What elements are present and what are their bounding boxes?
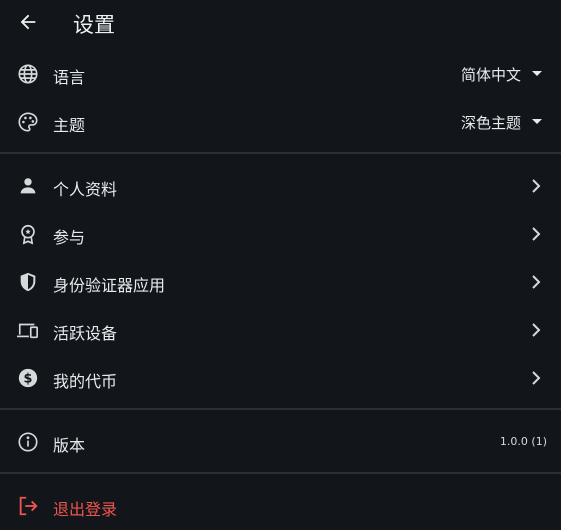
chevron-right-icon — [527, 224, 545, 244]
theme-select-value[interactable]: 深色主题 — [461, 112, 521, 133]
chevron-down-icon[interactable] — [532, 71, 542, 76]
my-tokens-item[interactable]: $ 我的代币 — [0, 354, 561, 402]
chevron-right-icon — [527, 320, 545, 340]
participation-item[interactable]: 参与 — [0, 210, 561, 258]
chevron-right-icon — [527, 272, 545, 292]
shield-icon — [16, 270, 40, 294]
person-icon — [16, 174, 40, 198]
chevron-right-icon — [527, 176, 545, 196]
section-divider — [0, 408, 561, 410]
authenticator-item[interactable]: 身份验证器应用 — [0, 258, 561, 306]
language-select-value[interactable]: 简体中文 — [461, 64, 521, 85]
active-devices-label: 活跃设备 — [53, 324, 118, 343]
dollar-coin-icon: $ — [16, 366, 40, 390]
logout-label: 退出登录 — [53, 500, 118, 519]
logout-icon — [16, 494, 40, 518]
profile-item[interactable]: 个人资料 — [0, 162, 561, 210]
theme-label: 主题 — [53, 116, 86, 135]
devices-icon — [16, 318, 40, 342]
palette-icon — [16, 110, 40, 134]
page-title: 设置 — [73, 13, 115, 37]
section-divider — [0, 472, 561, 474]
version-value: 1.0.0 (1) — [499, 435, 547, 448]
info-icon — [16, 430, 40, 454]
arrow-left-icon — [20, 14, 36, 30]
app-header: 设置 — [0, 0, 561, 48]
back-button[interactable] — [14, 8, 42, 36]
svg-text:$: $ — [24, 372, 33, 387]
section-divider — [0, 152, 561, 154]
version-label: 版本 — [53, 436, 86, 455]
my-tokens-label: 我的代币 — [53, 372, 118, 391]
globe-icon — [16, 62, 40, 86]
profile-label: 个人资料 — [53, 180, 118, 199]
chevron-right-icon — [527, 368, 545, 388]
participation-label: 参与 — [53, 228, 86, 247]
theme-setting[interactable]: 主题 深色主题 — [0, 98, 561, 146]
logout-button[interactable]: 退出登录 — [0, 482, 561, 530]
award-badge-icon — [16, 222, 40, 246]
version-row: 版本 1.0.0 (1) — [0, 418, 561, 466]
language-label: 语言 — [53, 68, 86, 87]
language-setting[interactable]: 语言 简体中文 — [0, 50, 561, 98]
chevron-down-icon[interactable] — [532, 119, 542, 124]
authenticator-label: 身份验证器应用 — [53, 276, 166, 295]
active-devices-item[interactable]: 活跃设备 — [0, 306, 561, 354]
